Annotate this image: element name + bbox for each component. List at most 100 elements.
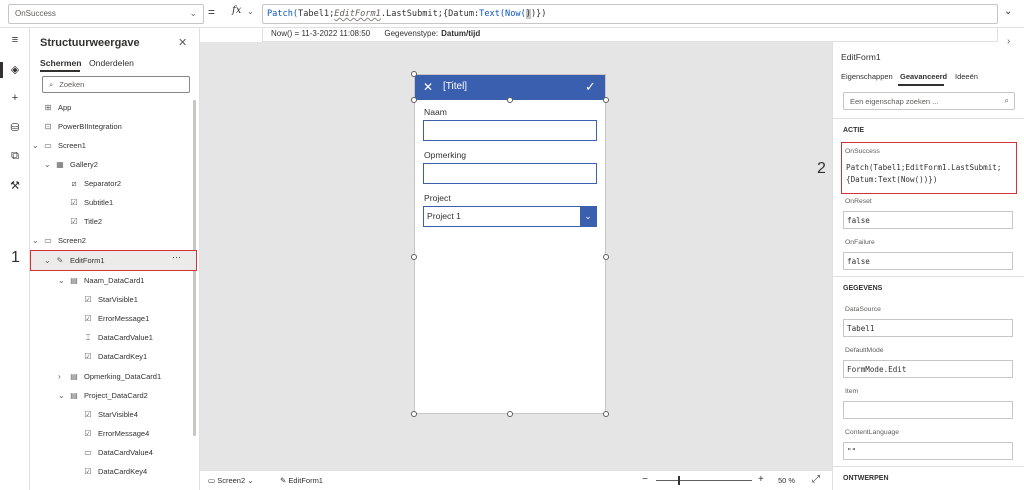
contentlanguage-field[interactable]: "" — [843, 442, 1013, 460]
tree-title: Structuurweergave — [40, 37, 140, 49]
project-dropdown-value: Project 1 — [427, 211, 461, 221]
tree-node-screen1[interactable]: ⌄ ▭ Screen1 — [32, 136, 86, 155]
datacard-icon: ▤ — [70, 276, 78, 285]
app-icon: ⊞ — [44, 103, 52, 112]
chevron-down-icon[interactable]: ⌄ — [580, 207, 596, 226]
item-label: Item — [845, 388, 859, 395]
screen-icon: ▭ — [208, 476, 216, 485]
annotation-number-1: 1 — [11, 249, 20, 266]
chevron-down-icon[interactable]: ⌄ — [44, 256, 54, 265]
data-icon[interactable]: ⛁ — [7, 121, 23, 137]
chevron-down-icon[interactable]: ⌄ — [32, 236, 42, 245]
chevron-right-icon[interactable]: › — [1007, 36, 1010, 47]
expand-icon[interactable]: ⤢ — [812, 474, 820, 485]
tree-node-app[interactable]: ⊞ App — [32, 98, 72, 117]
tree-node-label: Screen1 — [58, 141, 86, 150]
equals-sign: = — [208, 5, 216, 19]
resize-handle[interactable] — [411, 97, 417, 103]
label-icon: ☑ — [70, 217, 78, 226]
resize-handle[interactable] — [603, 254, 609, 260]
tree-node-separator2[interactable]: ⧄ Separator2 — [58, 174, 121, 193]
property-dropdown[interactable]: OnSuccess ⌄ — [8, 4, 204, 24]
chevron-down-icon[interactable]: ⌄ — [247, 7, 254, 16]
tab-components[interactable]: Onderdelen — [89, 58, 134, 68]
tree-node-errormessage1[interactable]: ☑ ErrorMessage1 — [72, 309, 149, 328]
chevron-down-icon[interactable]: ⌄ — [44, 160, 54, 169]
layers-icon[interactable]: ◈ — [7, 63, 23, 79]
close-icon[interactable]: ✕ — [423, 80, 433, 94]
onfailure-field[interactable]: false — [843, 252, 1013, 270]
dropdown-control-icon: ▭ — [84, 448, 92, 457]
zoom-slider-track[interactable] — [656, 480, 752, 481]
chevron-down-icon[interactable]: ⌄ — [58, 391, 68, 400]
tree-node-datacardvalue1[interactable]: ⌶ DataCardValue1 — [72, 328, 153, 347]
tree-node-title2[interactable]: ☑ Title2 — [58, 212, 102, 231]
chevron-right-icon[interactable]: › — [58, 372, 68, 381]
tree-node-project-datacard2[interactable]: ⌄ ▤ Project_DataCard2 — [58, 386, 148, 405]
resize-handle[interactable] — [603, 97, 609, 103]
onsuccess-field[interactable]: Patch(Tabel1;EditForm1.LastSubmit; {Datu… — [843, 160, 1013, 190]
item-field[interactable] — [843, 401, 1013, 419]
resize-handle[interactable] — [411, 254, 417, 260]
tree-node-editform1[interactable]: ⌄ ✎ EditForm1 — [44, 251, 105, 270]
project-dropdown[interactable]: Project 1 ⌄ — [423, 206, 597, 227]
resize-handle[interactable] — [507, 97, 513, 103]
defaultmode-label: DefaultMode — [845, 347, 884, 354]
tree-node-starvisible4[interactable]: ☑ StarVisible4 — [72, 405, 138, 424]
tree-node-starvisible1[interactable]: ☑ StarVisible1 — [72, 290, 137, 309]
defaultmode-field[interactable]: FormMode.Edit — [843, 360, 1013, 378]
tab-screens[interactable]: Schermen — [40, 58, 82, 68]
tree-node-screen2[interactable]: ⌄ ▭ Screen2 — [32, 231, 86, 250]
tree-node-naam-datacard1[interactable]: ⌄ ▤ Naam_DataCard1 — [58, 271, 144, 290]
resize-handle[interactable] — [507, 411, 513, 417]
datacard-icon: ▤ — [70, 372, 78, 381]
more-options-icon[interactable]: ··· — [172, 252, 181, 262]
tree-node-label: StarVisible4 — [98, 410, 138, 419]
resize-handle[interactable] — [411, 71, 417, 77]
tab-underline — [40, 70, 80, 72]
tree-search-input[interactable]: ⌕ Zoeken — [42, 76, 190, 93]
tree-node-datacardvalue4[interactable]: ▭ DataCardValue4 — [72, 443, 153, 462]
fx-icon[interactable]: fx — [232, 5, 241, 16]
tab-ideas[interactable]: Ideeën — [955, 72, 978, 81]
zoom-out-button[interactable]: − — [642, 474, 648, 485]
hint-type-value: Datum/tijd — [441, 29, 481, 38]
opmerking-input[interactable] — [423, 163, 597, 184]
tree-node-errormessage4[interactable]: ☑ ErrorMessage4 — [72, 424, 149, 443]
tools-icon[interactable]: ⚒ — [7, 179, 23, 195]
tab-advanced[interactable]: Geavanceerd — [900, 72, 947, 81]
naam-input[interactable] — [423, 120, 597, 141]
search-icon: ⌕ — [49, 80, 54, 89]
resize-handle[interactable] — [411, 411, 417, 417]
formula-input[interactable]: Patch(Tabel1;EditForm1.LastSubmit;{Datum… — [262, 4, 998, 24]
plus-icon[interactable]: + — [7, 92, 23, 108]
zoom-in-button[interactable]: + — [758, 474, 764, 485]
control-selector[interactable]: ✎ EditForm1 — [280, 476, 323, 485]
screen-selector[interactable]: ▭ Screen2 ⌄ — [208, 476, 254, 485]
tree-node-powerbi[interactable]: ⊡ PowerBIIntegration — [32, 117, 122, 136]
label-icon: ☑ — [84, 352, 92, 361]
close-icon[interactable]: ✕ — [178, 36, 187, 49]
tree-node-datacardkey4[interactable]: ☑ DataCardKey4 — [72, 462, 147, 481]
chevron-down-icon[interactable]: ⌄ — [58, 276, 68, 285]
onreset-field[interactable]: false — [843, 211, 1013, 229]
tree-node-gallery2[interactable]: ⌄ ▦ Gallery2 — [44, 155, 98, 174]
tab-properties[interactable]: Eigenschappen — [841, 72, 893, 81]
edit-form-preview[interactable]: ✕ [Titel] ✓ Naam Opmerking Project Proje… — [414, 74, 606, 414]
zoom-slider-thumb[interactable] — [678, 476, 680, 485]
tree-node-datacardkey1[interactable]: ☑ DataCardKey1 — [72, 347, 147, 366]
tree-node-subtitle1[interactable]: ☑ Subtitle1 — [58, 193, 113, 212]
datasource-field[interactable]: Tabel1 — [843, 319, 1013, 337]
media-icon[interactable]: ⧉ — [7, 150, 23, 166]
formula-bar: OnSuccess ⌄ = fx ⌄ Patch(Tabel1;EditForm… — [0, 0, 1024, 28]
tree-node-opmerking-datacard1[interactable]: › ▤ Opmerking_DataCard1 — [58, 367, 161, 386]
property-search-input[interactable]: Een eigenschap zoeken ... ⌕ — [843, 92, 1015, 110]
checkmark-icon[interactable]: ✓ — [585, 79, 596, 95]
tree-node-label: DataCardValue1 — [98, 333, 153, 342]
chevron-down-icon[interactable]: ⌄ — [32, 141, 42, 150]
hamburger-icon[interactable]: ≡ — [7, 34, 23, 50]
resize-handle[interactable] — [603, 411, 609, 417]
properties-panel: › EditForm1 Eigenschappen Geavanceerd Id… — [832, 36, 1024, 490]
separator-icon: ⧄ — [71, 178, 77, 188]
expand-formula-icon[interactable]: ⌄ — [1004, 6, 1012, 17]
